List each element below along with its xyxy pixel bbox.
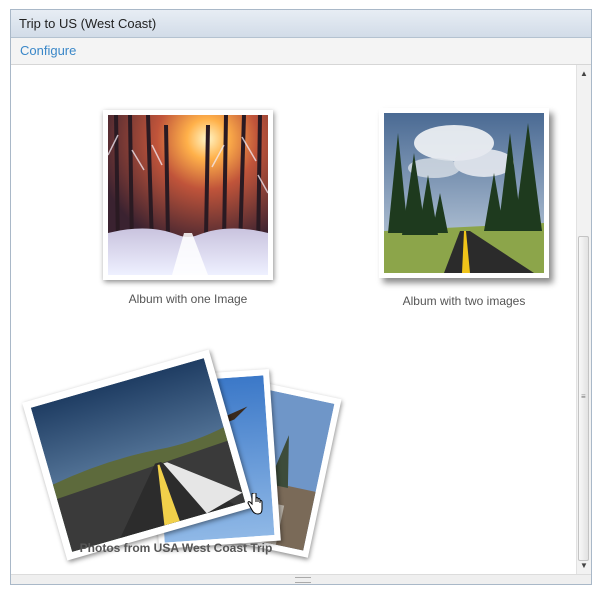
panel-toolbar: Configure	[11, 38, 591, 65]
grip-lines-icon: ≡	[581, 392, 586, 401]
album-two-images-label: Album with two images	[402, 294, 526, 308]
album-usa-west-coast-trip[interactable]: Photos from USA West Coast Trip	[11, 337, 342, 565]
forest-road-image	[379, 108, 549, 278]
vertical-scrollbar[interactable]: ▲ ≡ ▼	[576, 65, 591, 575]
panel-title-bar: Trip to US (West Coast)	[11, 10, 591, 38]
album-two-images[interactable]: Album with two images	[379, 108, 559, 308]
album-usa-west-coast-trip-label: Photos from USA West Coast Trip	[79, 541, 273, 555]
album-one-image[interactable]: Album with one Image	[103, 110, 283, 310]
scroll-thumb[interactable]: ≡	[578, 236, 589, 561]
resize-handle[interactable]	[11, 574, 591, 584]
resize-grip-icon	[295, 577, 311, 583]
album-panel: Trip to US (West Coast) Configure Album …	[10, 9, 592, 585]
scroll-up-arrow-icon[interactable]: ▲	[577, 67, 591, 81]
album-one-image-label: Album with one Image	[128, 292, 248, 306]
scroll-down-arrow-icon[interactable]: ▼	[577, 559, 591, 573]
winter-forest-image	[103, 110, 273, 280]
album-grid: Album with one Image Album with two imag…	[11, 65, 577, 575]
hand-pointer-cursor-icon	[246, 492, 264, 520]
configure-link[interactable]: Configure	[20, 43, 76, 58]
panel-title: Trip to US (West Coast)	[19, 16, 157, 31]
